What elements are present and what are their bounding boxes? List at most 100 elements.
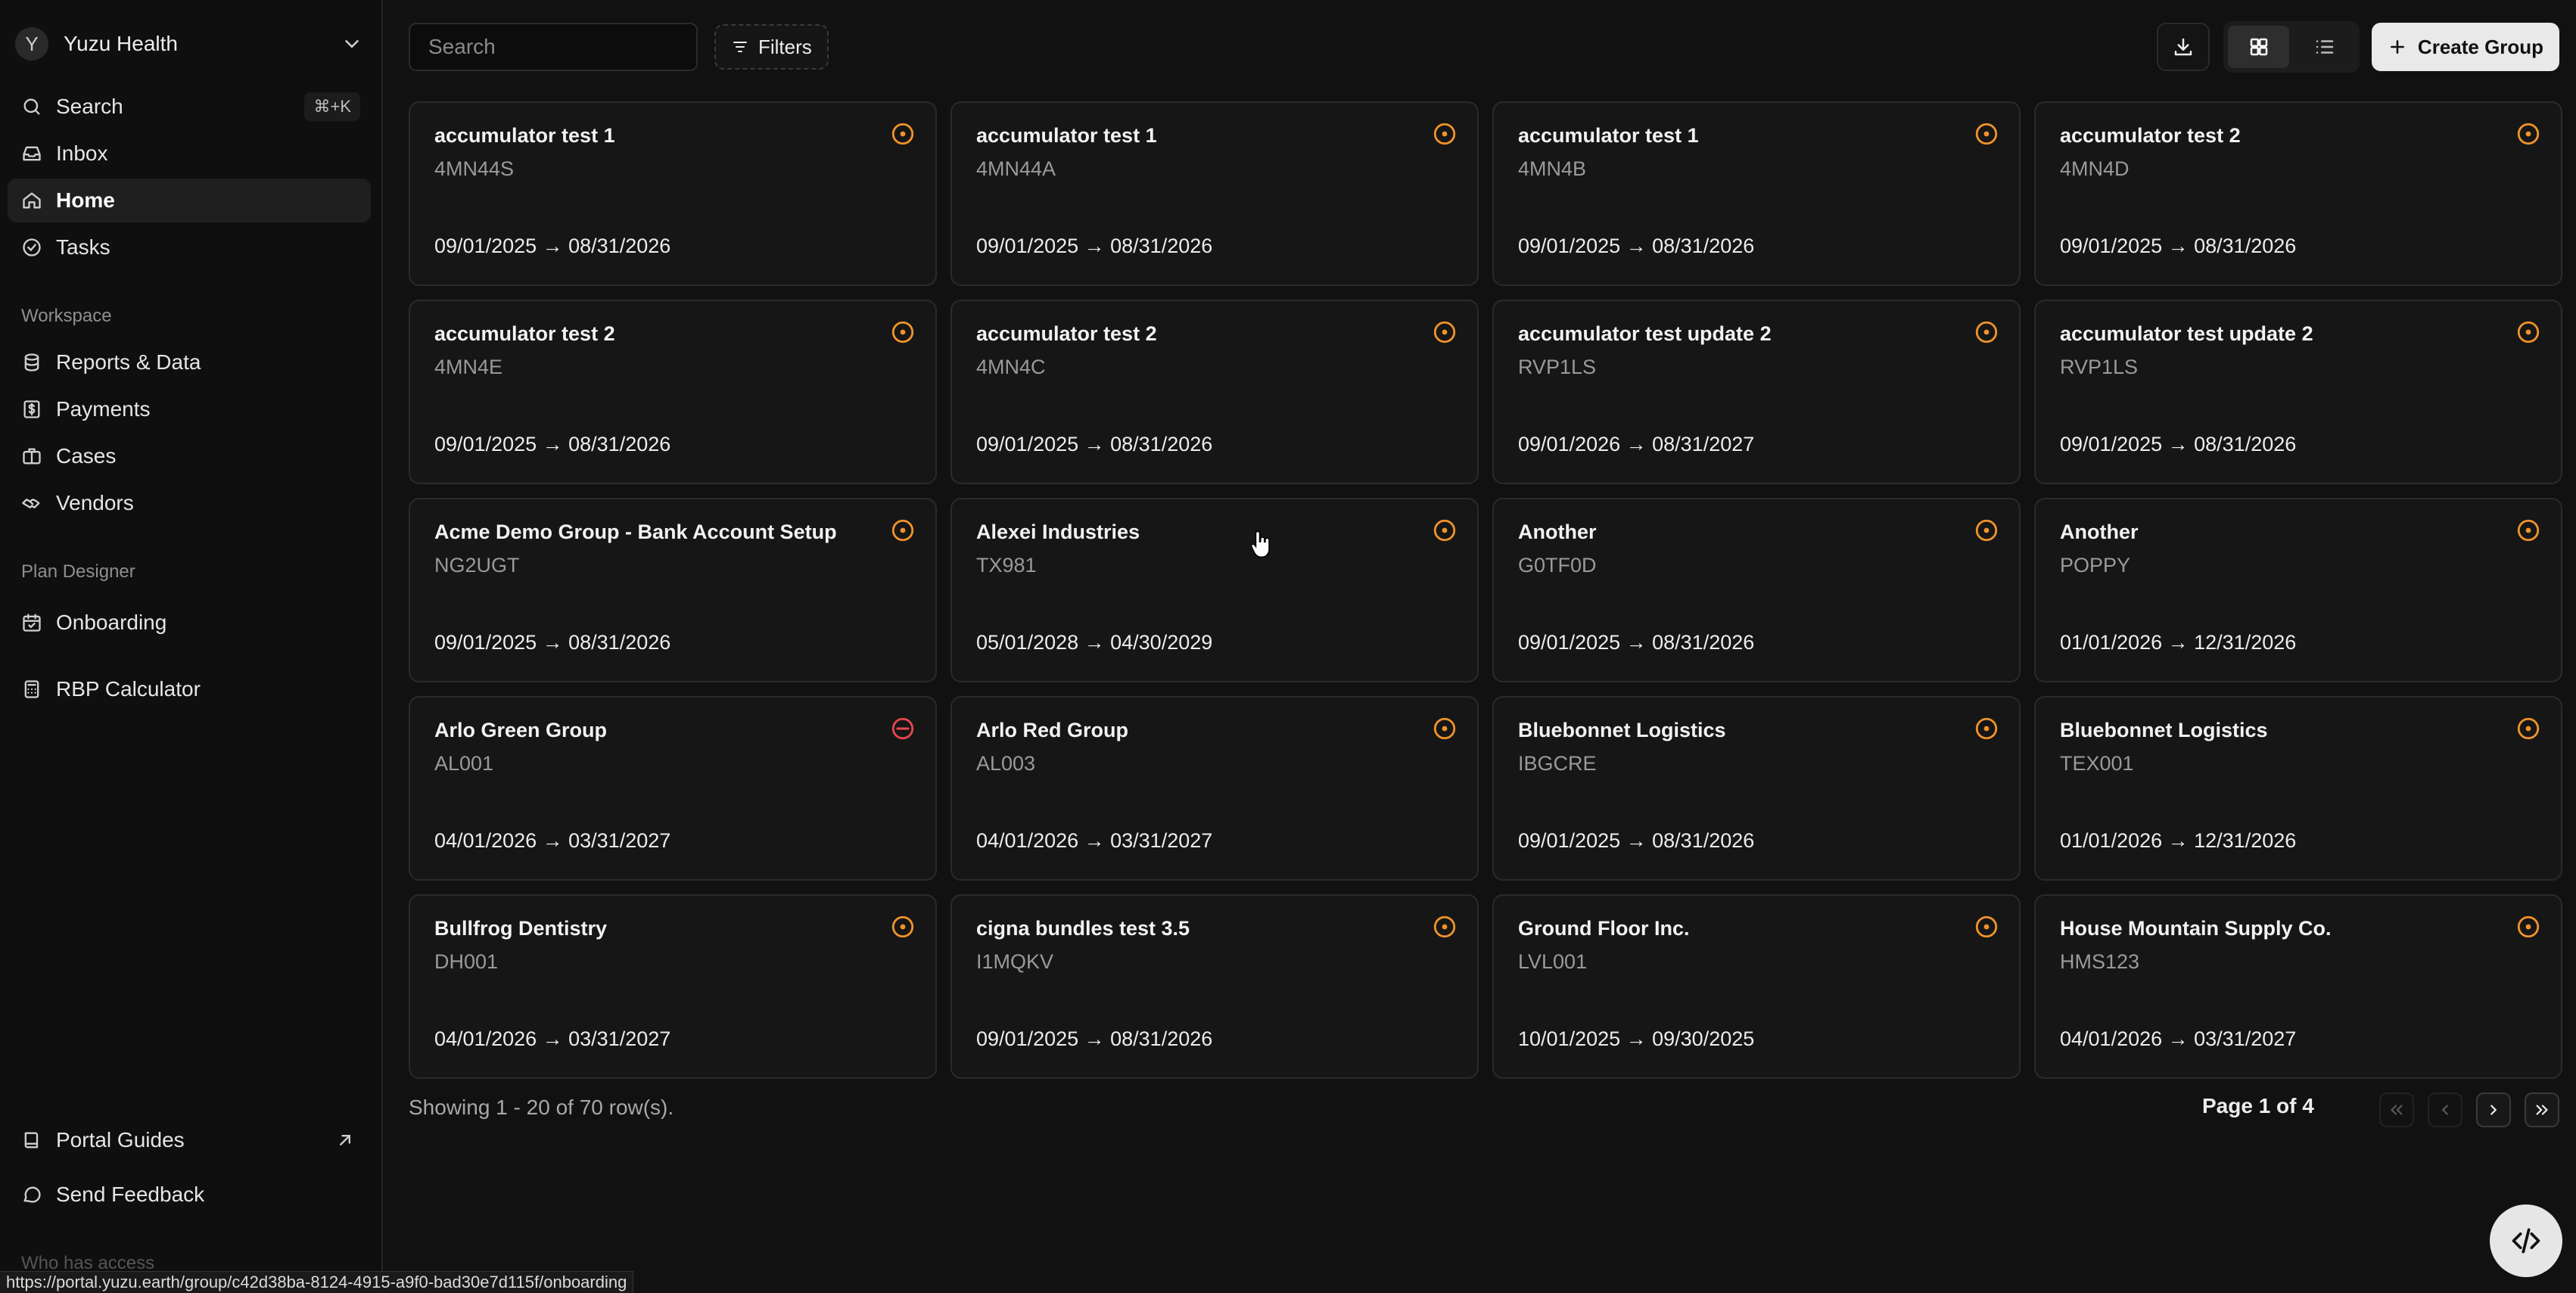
group-card[interactable]: Arlo Red Group AL003 04/01/2026 → 03/31/20… — [950, 696, 1479, 881]
filters-button[interactable]: Filters — [714, 24, 829, 70]
list-icon — [2316, 40, 2333, 54]
group-card[interactable]: Another POPPY 01/01/2026 → 12/31/2026 — [2034, 498, 2562, 682]
group-code: HMS123 — [2060, 950, 2140, 973]
group-card[interactable]: accumulator test update 2 RVP1LS 09/01/202… — [1492, 300, 2021, 484]
status-active-icon — [1433, 123, 1456, 145]
group-name: accumulator test update 2 — [2060, 322, 2313, 345]
org-switcher[interactable]: Y Yuzu Health — [15, 23, 363, 65]
group-card[interactable]: cigna bundles test 3.5 I1MQKV 09/01/2025 →… — [950, 894, 1479, 1079]
group-card[interactable]: accumulator test 1 4MN44A 09/01/2025 → 08/… — [950, 101, 1479, 286]
group-code: 4MN4E — [434, 356, 503, 378]
status-inactive-icon — [891, 717, 914, 740]
sidebar-item-label: Reports & Data — [56, 350, 201, 374]
group-card[interactable]: accumulator test 2 4MN4E 09/01/2025 → 08/3… — [409, 300, 937, 484]
download-button[interactable] — [2157, 23, 2210, 71]
group-card[interactable]: House Mountain Supply Co. HMS123 04/01/202… — [2034, 894, 2562, 1079]
status-active-icon — [1433, 519, 1456, 542]
dev-tools-button[interactable] — [2490, 1204, 2562, 1277]
sidebar-item-label: Inbox — [56, 141, 108, 165]
section-label-workspace: Workspace — [21, 306, 112, 326]
sidebar-item-label: Onboarding — [56, 611, 167, 634]
status-active-icon — [2517, 519, 2540, 542]
group-card[interactable]: accumulator test 2 4MN4C 09/01/2025 → 08/3… — [950, 300, 1479, 484]
sidebar-item-inbox[interactable]: Inbox — [8, 132, 371, 176]
group-date-range: 09/01/2025 → 08/31/2026 — [976, 433, 1213, 455]
previous-page-button[interactable] — [2428, 1093, 2462, 1127]
status-active-icon — [1975, 321, 1998, 343]
sidebar-item-rbp-calculator[interactable]: RBP Calculator — [8, 667, 371, 711]
status-active-icon — [1975, 519, 1998, 542]
group-code: I1MQKV — [976, 950, 1054, 973]
sidebar-item-payments[interactable]: Payments — [8, 387, 371, 431]
group-name: accumulator test 2 — [976, 322, 1157, 345]
group-name: cigna bundles test 3.5 — [976, 917, 1190, 940]
status-active-icon — [1975, 717, 1998, 740]
first-page-button[interactable] — [2379, 1093, 2414, 1127]
status-bar-url: https://portal.yuzu.earth/group/c42d38ba… — [0, 1271, 634, 1293]
group-card[interactable]: Bluebonnet Logistics TEX001 01/01/2026 → 1… — [2034, 696, 2562, 881]
group-card[interactable]: accumulator test 2 4MN4D 09/01/2025 → 08/3… — [2034, 101, 2562, 286]
group-code: AL003 — [976, 752, 1036, 775]
sidebar-item-label: Portal Guides — [56, 1128, 185, 1152]
group-card[interactable]: Arlo Green Group AL001 04/01/2026 → 03/31/… — [409, 696, 937, 881]
sidebar-item-send-feedback[interactable]: Send Feedback — [8, 1173, 371, 1217]
group-code: TX981 — [976, 554, 1037, 577]
chevrons-left-icon — [2391, 1105, 2403, 1115]
group-card[interactable]: Acme Demo Group - Bank Account Setup NG2U… — [409, 498, 937, 682]
group-code: 4MN44A — [976, 157, 1056, 180]
status-active-icon — [1975, 123, 1998, 145]
plus-icon — [2391, 40, 2404, 54]
search-shortcut: ⌘+K — [304, 92, 360, 121]
group-card[interactable]: Alexei Industries TX981 05/01/2028 → 04/30… — [950, 498, 1479, 682]
sidebar-item-portal-guides[interactable]: Portal Guides — [8, 1118, 371, 1162]
group-card[interactable]: Bluebonnet Logistics IBGCRE 09/01/2025 → 0… — [1492, 696, 2021, 881]
page-info: Page 1 of 4 — [2202, 1094, 2314, 1117]
sidebar-item-home[interactable]: Home — [8, 179, 371, 222]
status-active-icon — [891, 123, 914, 145]
group-card[interactable]: accumulator test update 2 RVP1LS 09/01/202… — [2034, 300, 2562, 484]
group-card[interactable]: accumulator test 1 4MN4B 09/01/2025 → 08/3… — [1492, 101, 2021, 286]
calculator-icon — [24, 680, 39, 698]
group-name: Alexei Industries — [976, 521, 1140, 543]
group-date-range: 09/01/2025 → 08/31/2026 — [434, 433, 671, 455]
sidebar-item-cases[interactable]: Cases — [8, 434, 371, 478]
group-card[interactable]: accumulator test 1 4MN44S 09/01/2025 → 08/… — [409, 101, 937, 286]
create-group-button[interactable]: Create Group — [2372, 23, 2559, 71]
group-date-range: 09/01/2025 → 08/31/2026 — [1518, 235, 1755, 257]
grid-view-button[interactable] — [2228, 26, 2289, 68]
briefcase-icon — [23, 448, 41, 465]
group-name: accumulator test 2 — [434, 322, 615, 345]
group-name: Arlo Red Group — [976, 719, 1128, 741]
search-input[interactable] — [409, 23, 698, 71]
sidebar-item-search[interactable]: Search ⌘+K — [8, 85, 371, 129]
group-card[interactable]: Ground Floor Inc. LVL001 10/01/2025 → 09/3… — [1492, 894, 2021, 1079]
group-name: accumulator test 1 — [1518, 124, 1699, 147]
database-icon — [24, 353, 39, 371]
group-name: Bluebonnet Logistics — [2060, 719, 2268, 741]
message-circle-icon — [23, 1186, 41, 1203]
org-avatar: Y — [15, 27, 48, 61]
inbox-icon — [23, 146, 41, 161]
group-code: G0TF0D — [1518, 554, 1597, 577]
group-card[interactable]: Another G0TF0D 09/01/2025 → 08/31/2026 — [1492, 498, 2021, 682]
section-label-plan-designer: Plan Designer — [21, 561, 135, 582]
group-date-range: 05/01/2028 → 04/30/2029 — [976, 631, 1213, 654]
list-view-button[interactable] — [2294, 26, 2355, 68]
row-count: Showing 1 - 20 of 70 row(s). — [409, 1096, 674, 1119]
group-card[interactable]: Bullfrog Dentistry DH001 04/01/2026 → 03/3… — [409, 894, 937, 1079]
sidebar-item-vendors[interactable]: Vendors — [8, 481, 371, 525]
sidebar-item-onboarding[interactable]: Onboarding — [8, 601, 371, 645]
grid-icon — [2250, 38, 2267, 56]
search-icon — [23, 98, 40, 115]
status-active-icon — [2517, 321, 2540, 343]
check-circle-icon — [23, 238, 41, 256]
status-active-icon — [891, 321, 914, 343]
sidebar-item-label: Payments — [56, 397, 151, 421]
group-date-range: 10/01/2025 → 09/30/2025 — [1518, 1027, 1755, 1050]
sidebar-item-tasks[interactable]: Tasks — [8, 225, 371, 269]
next-page-button[interactable] — [2476, 1093, 2511, 1127]
last-page-button[interactable] — [2525, 1093, 2559, 1127]
group-name: accumulator test 2 — [2060, 124, 2241, 147]
group-date-range: 04/01/2026 → 03/31/2027 — [434, 829, 671, 852]
sidebar-item-reports[interactable]: Reports & Data — [8, 340, 371, 384]
